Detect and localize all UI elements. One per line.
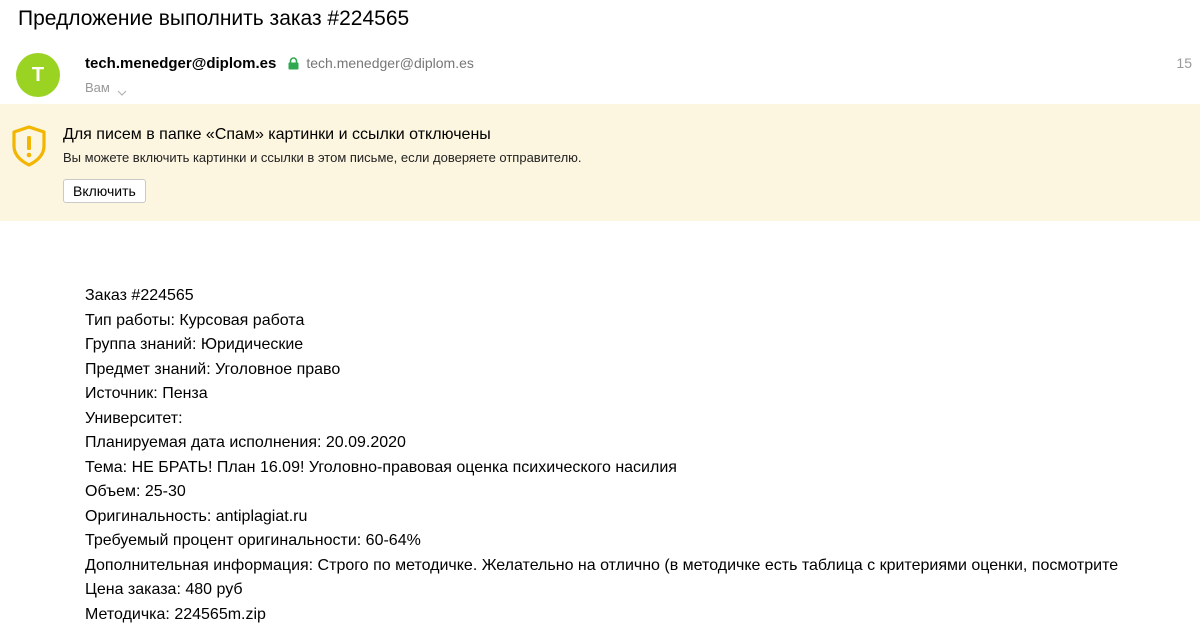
body-line: Тема: НЕ БРАТЬ! План 16.09! Уголовно-пра… [85, 458, 677, 476]
recipient-toggle[interactable]: Вам [85, 78, 127, 96]
chevron-down-icon [117, 84, 127, 96]
sender-line: tech.menedger@diplom.es tech.menedger@di… [85, 53, 474, 73]
body-line: Требуемый процент оригинальности: 60-64% [85, 532, 421, 549]
body-line: Университет: [85, 409, 183, 427]
body-line: Источник: Пенза [85, 385, 208, 402]
email-body: Заказ #224565 Тип работы: Курсовая работ… [85, 284, 1118, 627]
body-line: Заказ #224565 [85, 287, 194, 304]
recipient-label: Вам [85, 79, 110, 95]
body-line: Методичка: 224565m.zip [85, 605, 266, 623]
banner-text: Вы можете включить картинки и ссылки в э… [63, 150, 582, 165]
body-line: Тип работы: Курсовая работа [85, 311, 305, 329]
body-line: Объем: 25-30 [85, 483, 186, 500]
body-line: Цена заказа: 480 руб [85, 581, 243, 598]
email-subject: Предложение выполнить заказ #224565 [18, 7, 410, 30]
banner-title: Для писем в папке «Спам» картинки и ссыл… [63, 126, 491, 143]
body-line: Планируемая дата исполнения: 20.09.2020 [85, 434, 406, 451]
body-line: Дополнительная информация: Строго по мет… [85, 556, 1119, 574]
enable-images-button[interactable]: Включить [63, 179, 146, 203]
spam-warning-banner: Для писем в папке «Спам» картинки и ссыл… [0, 104, 1200, 221]
sender-avatar[interactable]: T [16, 53, 60, 97]
body-line: Оригинальность: antiplagiat.ru [85, 507, 308, 525]
body-line: Группа знаний: Юридические [85, 336, 304, 353]
sender-name[interactable]: tech.menedger@diplom.es [85, 55, 276, 72]
shield-warning-icon [11, 125, 47, 167]
email-date: 15 [1176, 55, 1192, 71]
sender-email[interactable]: tech.menedger@diplom.es [306, 55, 474, 71]
body-line: Предмет знаний: Уголовное право [85, 360, 341, 378]
lock-icon [288, 56, 299, 70]
